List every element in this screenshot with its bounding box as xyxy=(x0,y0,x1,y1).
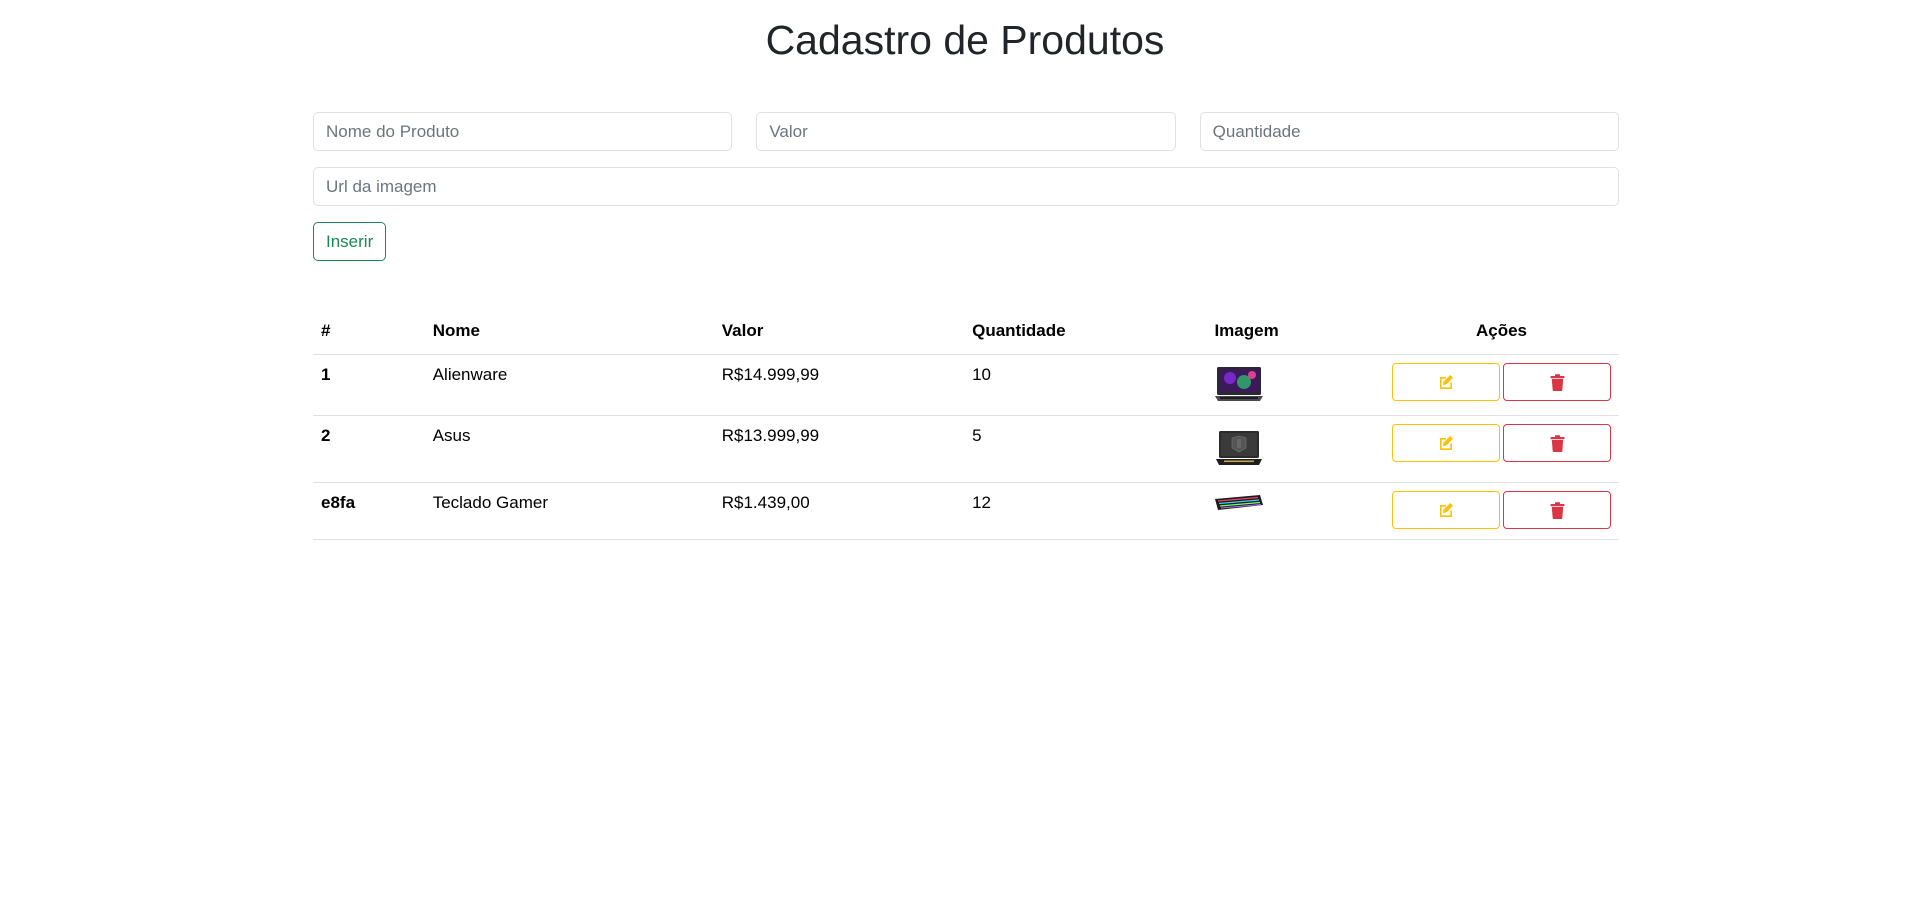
insert-button[interactable]: Inserir xyxy=(313,222,387,261)
cell-name: Teclado Gamer xyxy=(424,482,714,540)
table-row: 2 Asus R$13.999,99 5 xyxy=(313,415,1619,483)
cell-image xyxy=(1206,482,1384,540)
trash-icon xyxy=(1550,373,1564,391)
cell-id: 2 xyxy=(313,415,425,483)
trash-icon xyxy=(1550,434,1564,452)
keyboard-thumbnail xyxy=(1215,495,1264,510)
products-table: # Nome Valor Quantidade Imagem Ações 1 A… xyxy=(313,307,1619,540)
edit-icon xyxy=(1440,375,1453,389)
laptop-asus-thumbnail xyxy=(1216,431,1263,465)
product-name-input[interactable] xyxy=(313,112,733,151)
table-row: e8fa Teclado Gamer R$1.439,00 12 xyxy=(313,482,1619,540)
cell-value: R$14.999,99 xyxy=(713,354,965,416)
header-id: # xyxy=(313,307,425,355)
laptop-alienware-thumbnail xyxy=(1215,367,1264,401)
product-quantity-input[interactable] xyxy=(1199,112,1619,151)
cell-image xyxy=(1206,354,1384,416)
header-image: Imagem xyxy=(1206,307,1384,355)
delete-button[interactable] xyxy=(1503,363,1611,401)
product-value-input[interactable] xyxy=(756,112,1176,151)
cell-value: R$1.439,00 xyxy=(713,482,965,540)
edit-button[interactable] xyxy=(1392,491,1500,529)
cell-id: 1 xyxy=(313,354,425,416)
delete-button[interactable] xyxy=(1503,491,1611,529)
header-name: Nome xyxy=(424,307,714,355)
page-title: Cadastro de Produtos xyxy=(765,17,1165,63)
cell-value: R$13.999,99 xyxy=(713,415,965,483)
product-form: Inserir xyxy=(313,112,1619,261)
header-quantity: Quantidade xyxy=(964,307,1207,355)
cell-id: e8fa xyxy=(313,482,425,540)
cell-image xyxy=(1206,415,1384,483)
cell-quantity: 12 xyxy=(964,482,1207,540)
image-url-input[interactable] xyxy=(313,167,1619,206)
cell-quantity: 10 xyxy=(964,354,1207,416)
cell-quantity: 5 xyxy=(964,415,1207,483)
edit-icon xyxy=(1440,436,1453,450)
edit-button[interactable] xyxy=(1392,363,1500,401)
edit-icon xyxy=(1440,503,1453,517)
delete-button[interactable] xyxy=(1503,424,1611,462)
cell-name: Alienware xyxy=(424,354,714,416)
trash-icon xyxy=(1550,501,1564,519)
edit-button[interactable] xyxy=(1392,424,1500,462)
table-header-row: # Nome Valor Quantidade Imagem Ações xyxy=(313,307,1619,355)
cell-actions xyxy=(1383,354,1619,416)
header-value: Valor xyxy=(713,307,965,355)
input-row xyxy=(313,112,1619,151)
cell-actions xyxy=(1383,482,1619,540)
cell-name: Asus xyxy=(424,415,714,483)
table-row: 1 Alienware R$14.999,99 10 xyxy=(313,354,1619,416)
cell-actions xyxy=(1383,415,1619,483)
header-actions: Ações xyxy=(1383,307,1619,355)
